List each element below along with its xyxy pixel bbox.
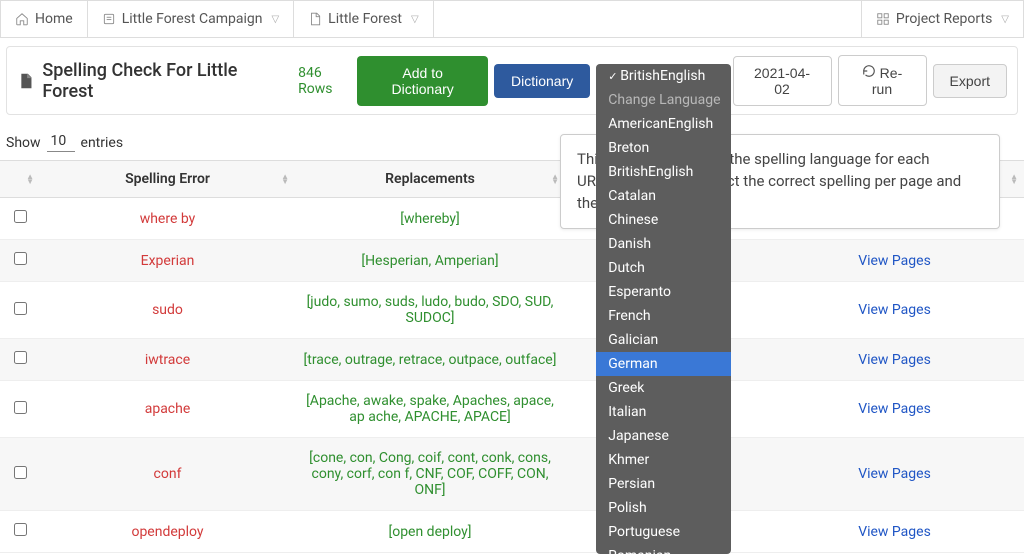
table-row: Experian[Hesperian, Amperian] View Pages [0, 240, 1024, 282]
add-to-dictionary-button[interactable]: Add to Dictionary [357, 56, 488, 106]
language-dropdown: BritishEnglish Change Language AmericanE… [596, 64, 731, 554]
table-row: apache[Apache, awake, spake, Apaches, ap… [0, 381, 1024, 438]
sort-icon: ▲▼ [281, 174, 289, 184]
language-option[interactable]: Dutch [596, 256, 731, 280]
date-button[interactable]: 2021-04-02 [733, 56, 832, 106]
view-pages-link[interactable]: View Pages [858, 466, 931, 482]
row-checkbox[interactable] [14, 401, 27, 414]
table-row: sudo[judo, sumo, suds, ludo, budo, SDO, … [0, 282, 1024, 339]
page-header: Spelling Check For Little Forest 846 Row… [6, 46, 1018, 115]
top-nav: Home Little Forest Campaign ▽ Little For… [0, 0, 1024, 38]
row-checkbox[interactable] [14, 252, 27, 265]
rerun-label: Re-run [872, 65, 902, 97]
language-option[interactable]: Portuguese [596, 520, 731, 544]
replacements-cell: [open deploy] [295, 511, 565, 553]
language-option[interactable]: Polish [596, 496, 731, 520]
replacements-cell: [trace, outrage, retrace, outpace, outfa… [295, 339, 565, 381]
rerun-button[interactable]: Re-run [838, 55, 927, 106]
view-pages-link[interactable]: View Pages [858, 524, 931, 540]
row-count: 846 Rows [298, 65, 357, 97]
nav-home-label: Home [35, 11, 73, 27]
language-option[interactable]: Greek [596, 376, 731, 400]
col-replacements[interactable]: Replacements▲▼ [295, 161, 565, 198]
nav-campaign-label: Little Forest Campaign [122, 11, 263, 27]
spelling-error-cell: Experian [40, 240, 295, 282]
sort-icon: ▲▼ [551, 174, 559, 184]
row-checkbox[interactable] [14, 523, 27, 536]
language-option[interactable]: German [596, 352, 731, 376]
row-checkbox[interactable] [14, 466, 27, 479]
campaign-icon [102, 12, 116, 26]
replacements-cell: [cone, con, Cong, coif, cont, conk, cons… [295, 438, 565, 511]
chevron-down-icon: ▽ [271, 14, 279, 25]
table-body: where by[whereby]View PagesExperian[Hesp… [0, 198, 1024, 553]
language-option[interactable]: Romanian [596, 544, 731, 554]
spelling-error-cell: sudo [40, 282, 295, 339]
row-checkbox[interactable] [14, 351, 27, 364]
spelling-error-cell: iwtrace [40, 339, 295, 381]
language-option[interactable]: BritishEnglish [596, 160, 731, 184]
sort-icon: ▲▼ [1010, 174, 1018, 184]
language-option[interactable]: Persian [596, 472, 731, 496]
dictionary-button[interactable]: Dictionary [494, 64, 590, 98]
entries-label: entries [81, 135, 124, 151]
sort-icon: ▲▼ [26, 174, 34, 184]
replacements-cell: [Hesperian, Amperian] [295, 240, 565, 282]
language-option[interactable]: Galician [596, 328, 731, 352]
grid-icon [876, 12, 890, 26]
entries-count-select[interactable]: 10 [47, 133, 75, 152]
language-option[interactable]: Khmer [596, 448, 731, 472]
reload-icon [862, 64, 876, 78]
col-spelling-error[interactable]: Spelling Error▲▼ [40, 161, 295, 198]
language-option[interactable]: Danish [596, 232, 731, 256]
view-pages-link[interactable]: View Pages [858, 352, 931, 368]
spelling-error-cell: where by [40, 198, 295, 240]
nav-campaign[interactable]: Little Forest Campaign ▽ [88, 1, 294, 37]
chevron-down-icon: ▽ [411, 14, 419, 25]
page-icon [17, 72, 34, 90]
export-button[interactable]: Export [933, 64, 1007, 98]
nav-forest-label: Little Forest [328, 11, 402, 27]
view-pages-link[interactable]: View Pages [858, 401, 931, 417]
spelling-error-cell: conf [40, 438, 295, 511]
view-pages-link[interactable]: View Pages [858, 253, 931, 269]
nav-forest[interactable]: Little Forest ▽ [294, 1, 434, 37]
table-row: opendeploy[open deploy] View Pages [0, 511, 1024, 553]
nav-reports-label: Project Reports [896, 11, 992, 27]
replacements-cell: [Apache, awake, spake, Apaches, apace, a… [295, 381, 565, 438]
nav-reports[interactable]: Project Reports ▽ [862, 1, 1023, 37]
replacements-cell: [judo, sumo, suds, ludo, budo, SDO, SUD,… [295, 282, 565, 339]
language-option[interactable]: Italian [596, 400, 731, 424]
language-change-label: Change Language [596, 88, 731, 112]
row-checkbox[interactable] [14, 302, 27, 315]
doc-icon [308, 12, 322, 26]
nav-spacer [434, 1, 862, 37]
language-option[interactable]: Esperanto [596, 280, 731, 304]
spelling-error-cell: apache [40, 381, 295, 438]
row-checkbox[interactable] [14, 210, 27, 223]
entries-show-label: Show [6, 135, 41, 151]
table-row: conf[cone, con, Cong, coif, cont, conk, … [0, 438, 1024, 511]
col-checkbox[interactable]: ▲▼ [0, 161, 40, 198]
table-row: iwtrace[trace, outrage, retrace, outpace… [0, 339, 1024, 381]
language-option[interactable]: French [596, 304, 731, 328]
nav-home[interactable]: Home [1, 1, 88, 37]
language-option-list: AmericanEnglishBretonBritishEnglishCatal… [596, 112, 731, 554]
replacements-cell: [whereby] [295, 198, 565, 240]
home-icon [15, 12, 29, 26]
language-option-selected[interactable]: BritishEnglish [596, 64, 731, 88]
language-option[interactable]: Catalan [596, 184, 731, 208]
spelling-error-cell: opendeploy [40, 511, 295, 553]
language-option[interactable]: Breton [596, 136, 731, 160]
language-option[interactable]: Chinese [596, 208, 731, 232]
language-option[interactable]: AmericanEnglish [596, 112, 731, 136]
page-title: Spelling Check For Little Forest [42, 60, 284, 102]
view-pages-link[interactable]: View Pages [858, 302, 931, 318]
language-option[interactable]: Japanese [596, 424, 731, 448]
chevron-down-icon: ▽ [1001, 14, 1009, 25]
